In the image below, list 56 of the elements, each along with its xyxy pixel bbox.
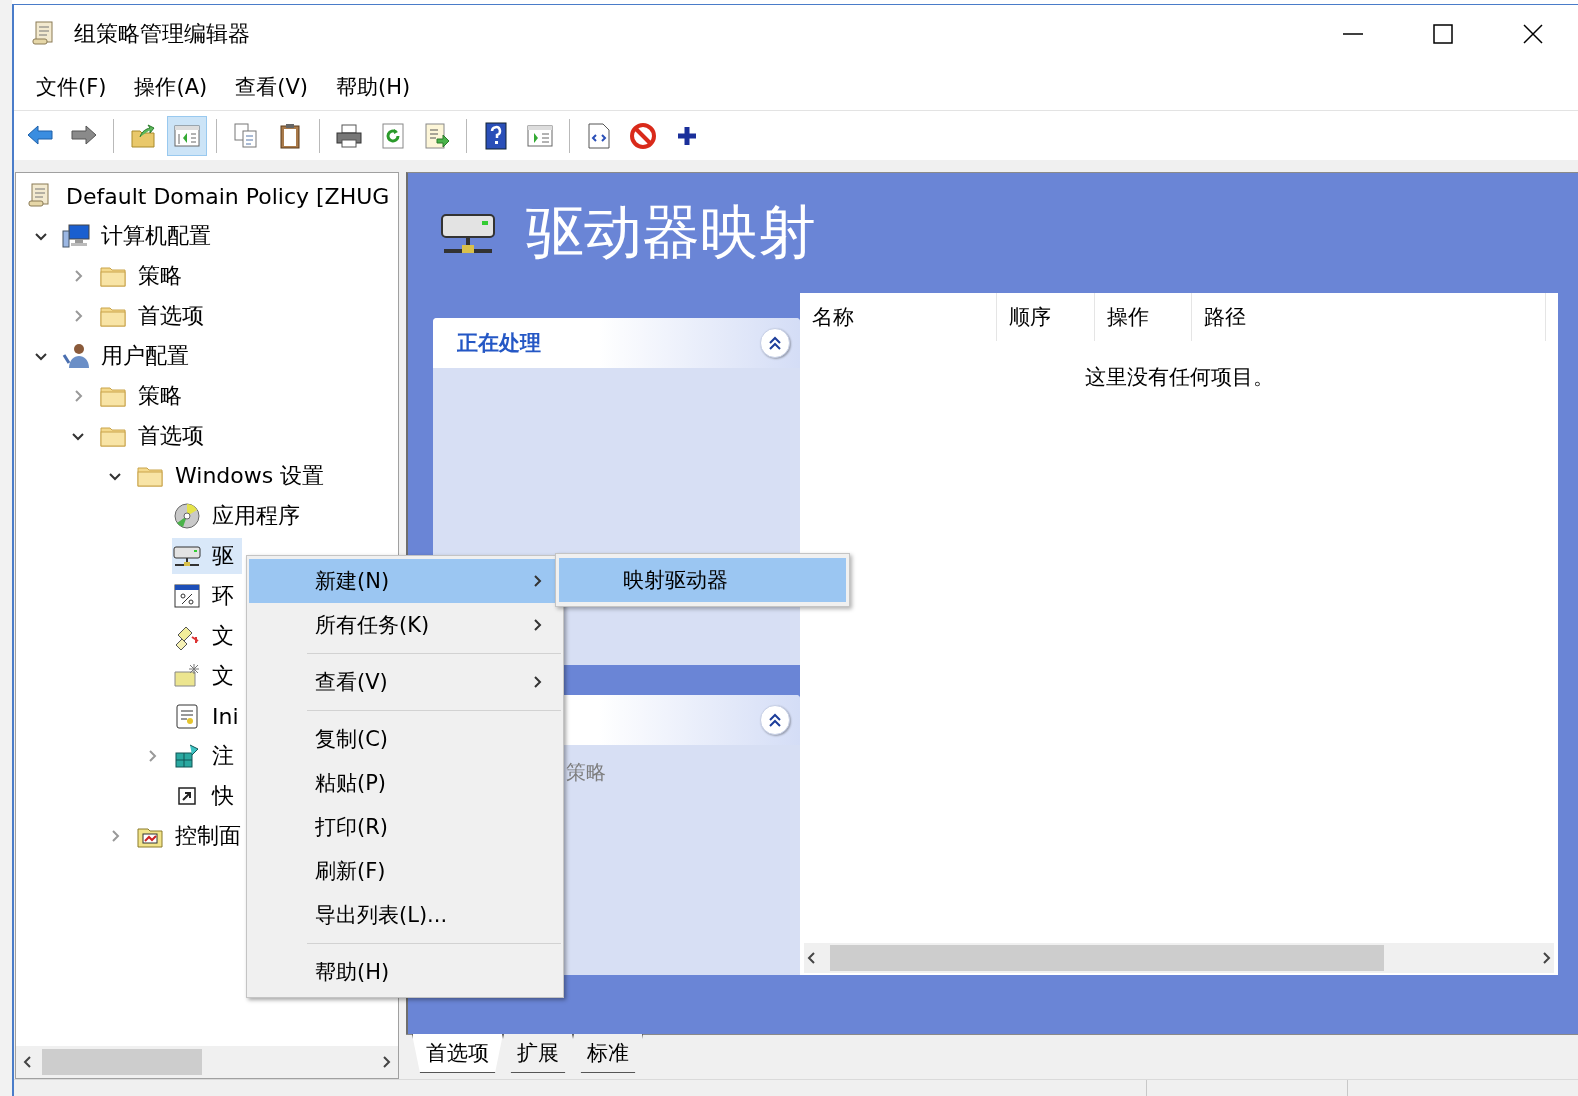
tree-item[interactable]: 控制面: [135, 818, 249, 854]
tab[interactable]: 标准: [573, 1035, 643, 1073]
column-header[interactable]: 操作: [1095, 293, 1192, 341]
percent-window-icon: [172, 581, 202, 611]
tree-item[interactable]: 策略: [98, 378, 190, 414]
empty-message: 这里没有任何项目。: [1084, 365, 1274, 389]
column-header[interactable]: 路径: [1192, 293, 1546, 341]
menu-item[interactable]: 所有任务(K): [249, 603, 561, 647]
minimize-icon: [1343, 33, 1363, 35]
collapse-button[interactable]: [760, 705, 790, 735]
tree-item[interactable]: 用户配置: [61, 338, 197, 374]
task-panel-title: 正在处理: [457, 330, 541, 357]
scrollbar-thumb[interactable]: [42, 1049, 202, 1075]
collapse-button[interactable]: [760, 328, 790, 358]
menu-item[interactable]: 粘贴(P): [249, 761, 561, 805]
menu-item[interactable]: 帮助(H): [322, 68, 425, 105]
tree-item[interactable]: 环: [172, 578, 242, 614]
menu-item[interactable]: 操作(A): [120, 68, 222, 105]
tree-item[interactable]: 首选项: [98, 418, 212, 454]
no-entry-icon: [628, 120, 658, 151]
tree-item[interactable]: 注: [172, 738, 242, 774]
tree-item[interactable]: 文: [172, 618, 242, 654]
menu-item[interactable]: 文件(F): [22, 68, 121, 105]
tree-item[interactable]: Windows 设置: [135, 458, 333, 494]
column-header[interactable]: 名称: [800, 293, 997, 341]
tree-item[interactable]: 文: [172, 658, 242, 694]
double-chevron-up-icon: [767, 712, 783, 728]
tree-item[interactable]: 计算机配置: [61, 218, 219, 254]
tree-item[interactable]: 驱: [172, 538, 242, 574]
tree-item[interactable]: Default Domain Policy [ZHUG: [26, 178, 398, 214]
maximize-icon: [1432, 23, 1454, 45]
tree-item[interactable]: 应用程序: [172, 498, 308, 534]
scrollbar-thumb[interactable]: [830, 945, 1384, 971]
column-header[interactable]: 顺序: [997, 293, 1095, 341]
user-icon: [61, 341, 91, 371]
menu-item[interactable]: 导出列表(L)...: [249, 893, 561, 937]
menu-item[interactable]: 帮助(H): [249, 950, 561, 994]
double-chevron-up-icon: [767, 335, 783, 351]
tree-item[interactable]: Ini: [172, 698, 247, 734]
menu-item[interactable]: 打印(R): [249, 805, 561, 849]
close-icon: [1522, 23, 1544, 45]
menu-item[interactable]: 刷新(F): [249, 849, 561, 893]
tab[interactable]: 首选项: [412, 1035, 503, 1073]
export-list-icon: [422, 120, 452, 151]
computer-icon: [61, 221, 91, 251]
menu-item[interactable]: 查看(V): [221, 68, 322, 105]
page-title: 驱动器映射: [526, 197, 816, 268]
tree-item[interactable]: 策略: [98, 258, 190, 294]
menu-item[interactable]: 查看(V): [249, 660, 561, 704]
window-title: 组策略管理编辑器: [74, 20, 250, 48]
disc-icon: [172, 501, 202, 531]
tree-item[interactable]: 快: [172, 778, 242, 814]
menu-item[interactable]: 映射驱动器: [559, 558, 846, 602]
tree-item[interactable]: 首选项: [98, 298, 212, 334]
menu-item[interactable]: 复制(C): [249, 717, 561, 761]
tab[interactable]: 扩展: [503, 1035, 573, 1073]
